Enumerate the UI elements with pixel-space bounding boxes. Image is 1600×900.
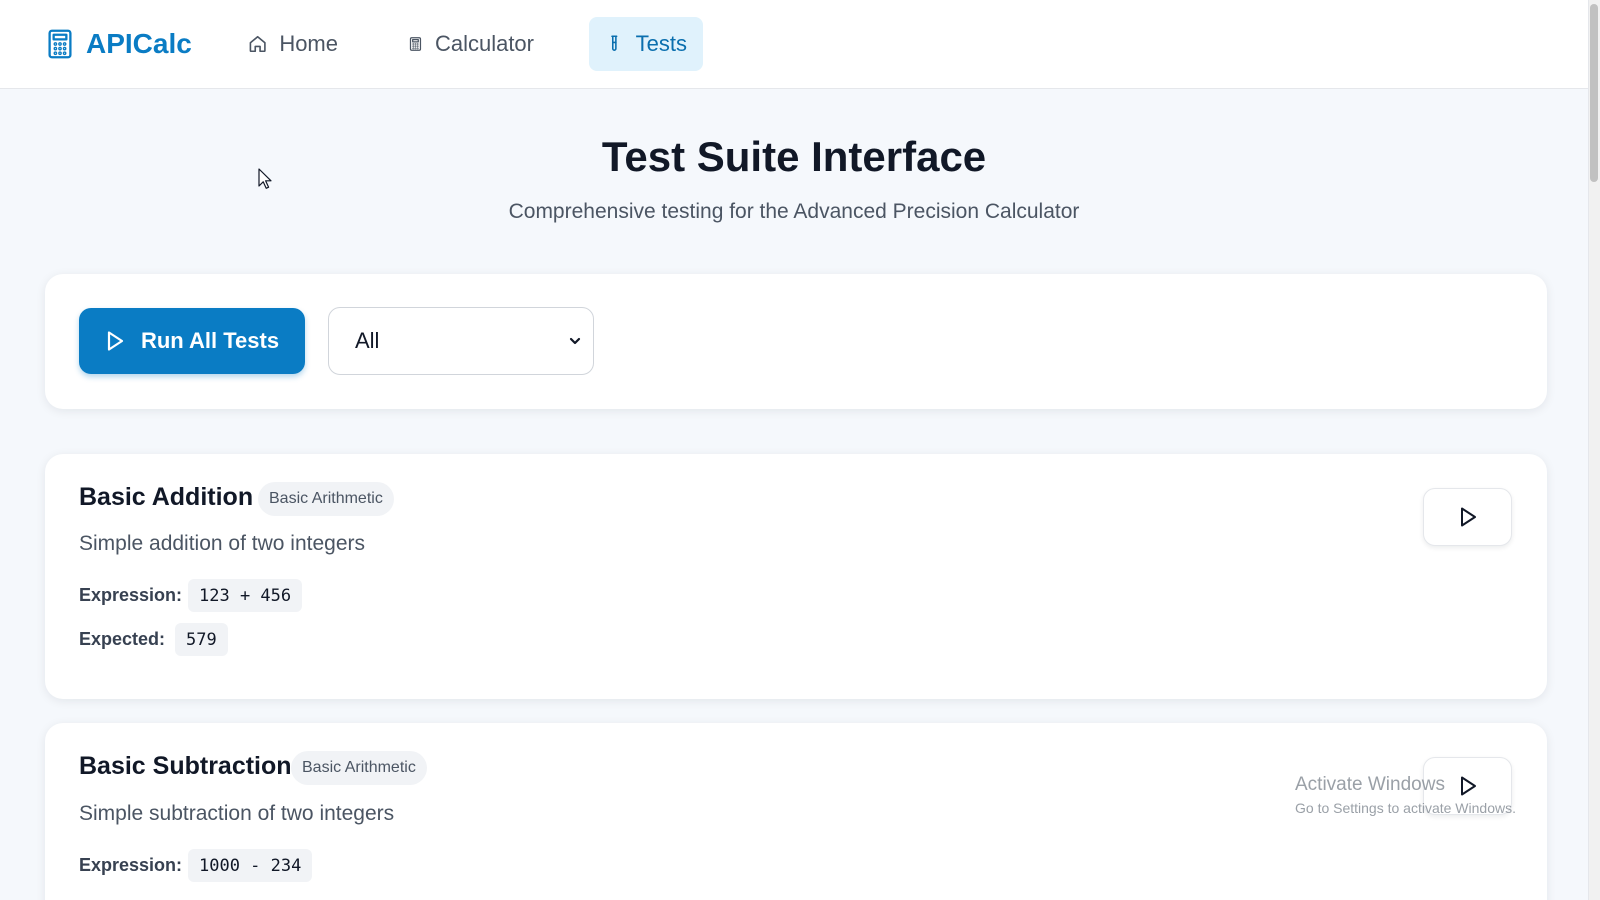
play-icon <box>107 331 124 351</box>
category-badge: Basic Arithmetic <box>291 751 427 785</box>
watermark-title: Activate Windows <box>1295 774 1445 795</box>
nav-item-home[interactable]: Home <box>232 17 354 71</box>
test-tube-icon <box>611 35 618 51</box>
mouse-cursor-icon <box>258 168 272 189</box>
nav-item-label: Calculator <box>434 31 534 56</box>
nav-item-label: Tests <box>635 31 687 56</box>
home-icon <box>249 35 266 53</box>
brand-logo[interactable]: APICalc <box>46 26 192 62</box>
test-description: Simple addition of two integers <box>79 532 365 555</box>
expected-value: 579 <box>175 623 228 656</box>
play-icon <box>1460 507 1476 527</box>
nav-item-label: Home <box>279 31 338 56</box>
expression-label: Expression: <box>79 585 183 605</box>
category-badge: Basic Arithmetic <box>258 482 394 516</box>
brand-name: APICalc <box>86 28 192 59</box>
watermark-subtitle: Go to Settings to activate Windows. <box>1295 800 1516 816</box>
scrollbar-thumb[interactable] <box>1590 4 1598 182</box>
chevron-down-icon <box>569 337 581 345</box>
test-card: Basic Addition Basic Arithmetic Simple a… <box>45 454 1547 699</box>
expression-label: Expression: <box>79 855 183 875</box>
calculator-icon <box>409 37 422 51</box>
run-all-tests-label: Run All Tests <box>140 328 280 353</box>
top-navbar: APICalc Home Calculator Tests <box>0 0 1588 89</box>
calculator-icon <box>48 29 72 59</box>
expected-label: Expected: <box>79 629 166 649</box>
expression-value: 1000 - 234 <box>188 849 313 882</box>
page-scrollbar[interactable] <box>1588 0 1600 900</box>
category-filter-value: All <box>355 328 380 353</box>
activate-windows-watermark: Activate Windows Go to Settings to activ… <box>1295 774 1516 816</box>
run-test-button[interactable] <box>1423 488 1512 546</box>
page-subtitle: Comprehensive testing for the Advanced P… <box>508 200 1080 223</box>
expression-value: 123 + 456 <box>188 579 303 612</box>
nav-item-calculator[interactable]: Calculator <box>392 17 550 71</box>
test-description: Simple subtraction of two integers <box>79 802 395 825</box>
test-title: Basic Subtraction <box>79 752 292 780</box>
category-filter-select[interactable]: All <box>328 307 594 375</box>
test-title: Basic Addition <box>79 483 254 511</box>
test-controls-card: Run All Tests All <box>45 274 1547 409</box>
nav-item-tests[interactable]: Tests <box>589 17 703 71</box>
page-title: Test Suite Interface <box>601 133 987 180</box>
run-all-tests-button[interactable]: Run All Tests <box>79 308 305 374</box>
